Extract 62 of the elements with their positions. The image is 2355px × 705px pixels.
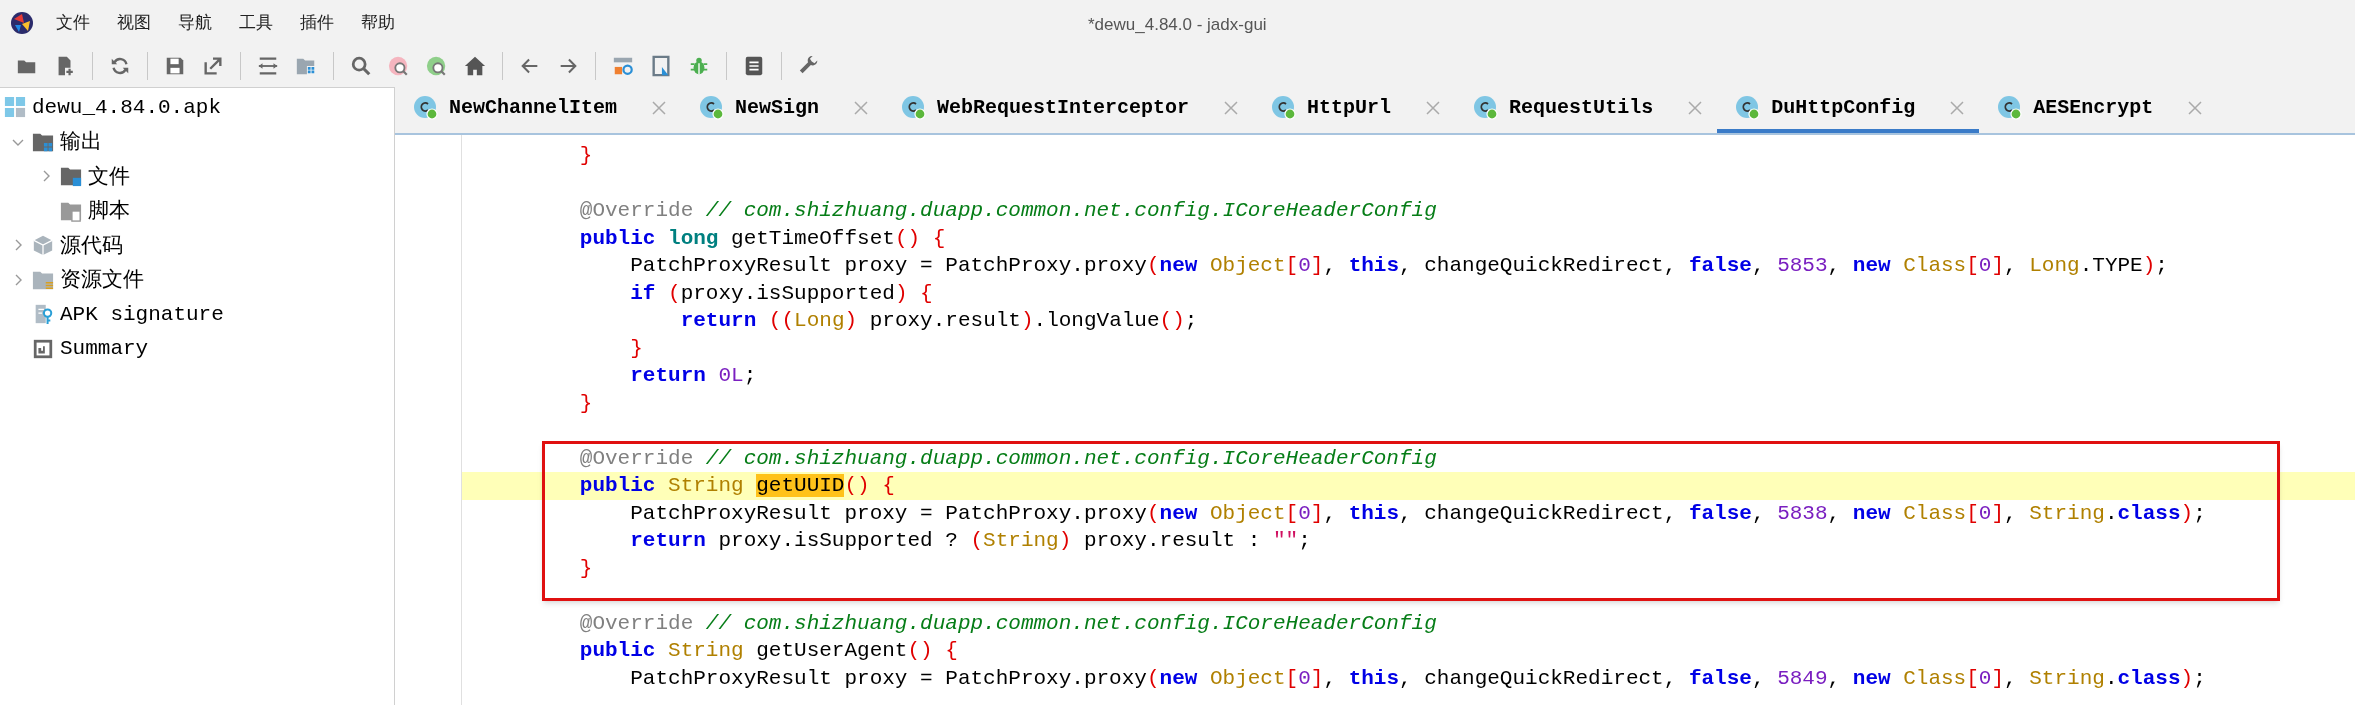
refresh-icon[interactable] (109, 55, 131, 77)
editor-tab[interactable]: RequestUtils (1455, 87, 1718, 133)
code-line: PatchProxyResult proxy = PatchProxy.proxy(new Object[0], this, changeQuickRedirect, false, 5838, new Class[0], String.class); (629, 500, 2207, 527)
tree-item[interactable]: 输出 (60, 126, 102, 158)
code-line: @Override // com.shizhuang.duapp.common.net.config.ICoreHeaderConfig (578, 610, 1438, 637)
menu-item[interactable]: 文件 (56, 9, 90, 36)
code-line: return proxy.isSupported ? (String) proxy.result : ""; (629, 528, 1312, 554)
code-editor[interactable] (395, 135, 2355, 705)
tree-item[interactable]: APK signature (60, 298, 224, 330)
class-icon (413, 95, 439, 121)
align-center-icon[interactable] (257, 55, 279, 77)
tree-item[interactable]: Summary (60, 333, 149, 365)
menu-item[interactable]: 视图 (117, 9, 151, 36)
code-line: PatchProxyResult proxy = PatchProxy.proxy(new Object[0], this, changeQuickRedirect, false, 5849, new Class[0], String.class); (629, 665, 2207, 692)
chart-icon (32, 337, 54, 360)
editor-tab[interactable]: NewSign (681, 87, 884, 133)
home-icon[interactable] (464, 55, 486, 77)
export-icon[interactable] (202, 55, 224, 77)
folder-icon (60, 165, 82, 188)
code-line: @Override // com.shizhuang.duapp.common.net.config.ICoreHeaderConfig (578, 445, 1438, 472)
search-icon[interactable] (350, 55, 372, 77)
code-line: return ((Long) proxy.result).longValue(); (679, 308, 1199, 334)
class-icon (901, 95, 928, 121)
menu-item[interactable]: 工具 (239, 9, 273, 36)
code-line: @Override // com.shizhuang.duapp.common.net.config.ICoreHeaderConfig (578, 198, 1438, 224)
editor-tab[interactable]: HttpUrl (1253, 87, 1456, 133)
code-line: } (578, 555, 594, 582)
grid-icon (4, 96, 26, 119)
cube-icon (32, 234, 54, 257)
code-line: } (629, 335, 644, 362)
tree-item[interactable]: 源代码 (60, 229, 123, 261)
bug-icon[interactable] (688, 55, 710, 77)
code-line: public long getTimeOffset() { (578, 225, 947, 252)
settings-grid-icon[interactable] (612, 55, 634, 77)
editor-tab[interactable]: NewChannelItem (395, 87, 682, 133)
search-class-icon[interactable] (388, 55, 410, 77)
class-icon (1735, 95, 1762, 121)
document-icon[interactable] (650, 55, 672, 77)
tree-item[interactable]: 文件 (88, 160, 130, 192)
editor-tab[interactable]: WebRequestInterceptor (883, 87, 1254, 133)
class-icon (1271, 95, 1298, 121)
list-icon[interactable] (743, 55, 765, 77)
menu-item[interactable]: 帮助 (361, 9, 395, 36)
tree-item[interactable]: 脚本 (88, 195, 130, 227)
tree-item[interactable]: dewu_4.84.0.apk (32, 91, 222, 123)
class-icon (1473, 95, 1500, 121)
tree-item[interactable]: 资源文件 (60, 264, 144, 296)
code-line: return 0L; (629, 363, 758, 389)
code-line: } (578, 143, 594, 169)
window-title: *dewu_4.84.0 - jadx-gui (1088, 14, 1267, 36)
menu-item[interactable]: 插件 (300, 9, 334, 36)
code-line: PatchProxyResult proxy = PatchProxy.proxy(new Object[0], this, changeQuickRedirect, false, 5853, new Class[0], Long.TYPE); (629, 253, 2169, 279)
class-icon (699, 95, 726, 121)
menu-item[interactable]: 导航 (178, 9, 212, 36)
class-icon (1997, 95, 2024, 121)
search-usage-icon[interactable] (426, 55, 448, 77)
save-icon[interactable] (164, 55, 186, 77)
app-logo-icon (10, 10, 34, 35)
code-line: } (578, 390, 594, 417)
code-line: if (proxy.isSupported) { (629, 280, 934, 307)
code-line: public String getUserAgent() { (578, 638, 959, 664)
editor-tab[interactable]: AESEncrypt (1979, 87, 2218, 133)
